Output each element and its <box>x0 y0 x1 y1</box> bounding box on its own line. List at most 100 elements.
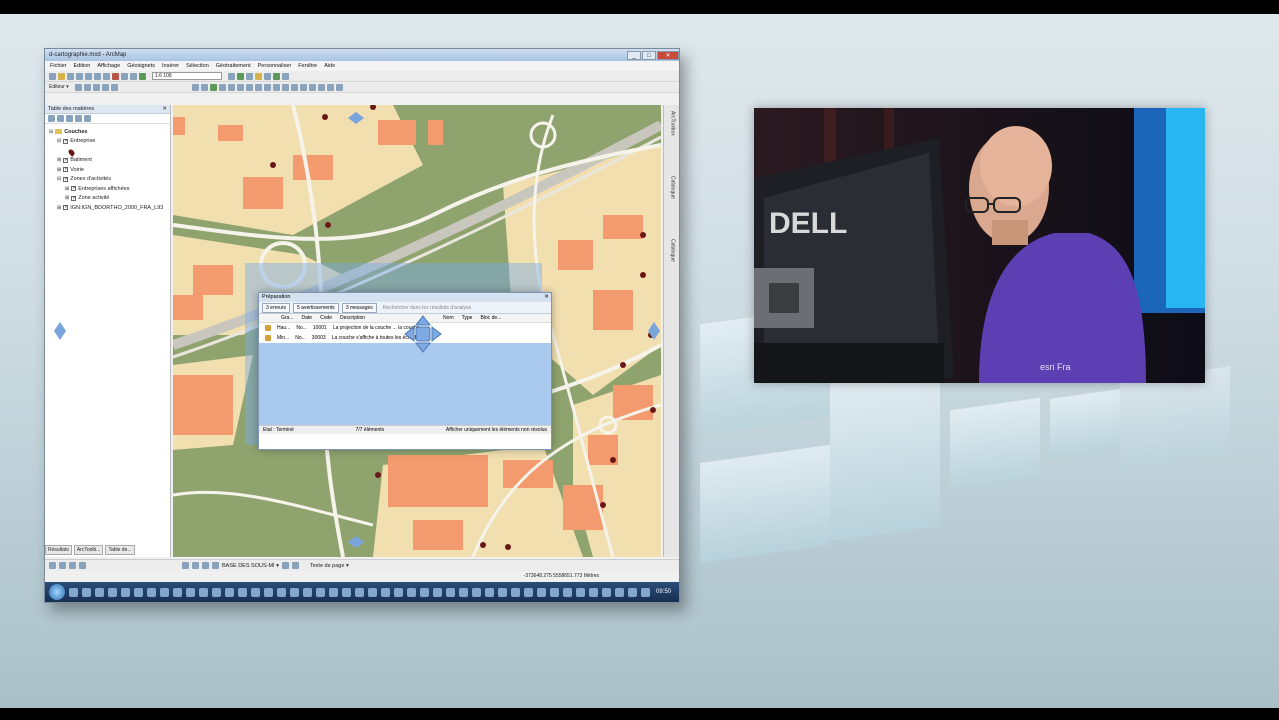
clear-selection-icon[interactable] <box>272 83 280 91</box>
layer-checkbox[interactable]: ✓ <box>63 205 68 211</box>
taskbar-app-icon[interactable] <box>95 587 104 597</box>
previous-page-icon[interactable] <box>212 562 219 569</box>
menu-affichage[interactable]: Affichage <box>97 63 120 69</box>
page-selector[interactable]: BASE DES SOUS-MI ▾ <box>222 563 279 569</box>
taskbar-app-icon[interactable] <box>498 587 507 597</box>
taskbar-app-icon[interactable] <box>615 587 624 597</box>
last-page-icon[interactable] <box>291 562 299 569</box>
pause-icon[interactable] <box>79 562 86 569</box>
taskbar-app-icon[interactable] <box>368 587 377 597</box>
taskbar-app-icon[interactable] <box>524 587 533 597</box>
menu-aide[interactable]: Aide <box>324 63 335 69</box>
layer-checkbox[interactable]: ✓ <box>71 195 76 201</box>
layer-checkbox[interactable]: ✓ <box>63 167 68 173</box>
col-name[interactable]: Nom <box>443 314 454 322</box>
table-icon[interactable] <box>237 72 244 80</box>
taskbar-app-icon[interactable] <box>329 587 338 597</box>
tab-resultats[interactable]: Résultats <box>45 545 72 555</box>
taskbar-app-icon[interactable] <box>147 587 156 597</box>
taskbar-app-icon[interactable] <box>550 587 559 597</box>
layer-checkbox[interactable]: ✓ <box>63 176 68 182</box>
editor-menu[interactable]: Editeur ▾ <box>49 84 69 90</box>
warnings-tab[interactable]: 5 avertissements <box>293 302 339 313</box>
print-icon[interactable] <box>76 72 83 80</box>
messages-tab[interactable]: 3 messages <box>341 302 377 313</box>
unresolved-only-checkbox[interactable]: Afficher uniquement les éléments non rés… <box>446 426 547 434</box>
taskbar-app-icon[interactable] <box>407 587 416 597</box>
list-by-selection-icon[interactable] <box>75 115 82 122</box>
col-description[interactable]: Description <box>340 314 365 322</box>
errors-tab[interactable]: 3 erreurs <box>262 302 291 313</box>
taskbar-app-icon[interactable] <box>446 587 455 597</box>
maximize-button[interactable]: □ <box>642 50 656 60</box>
measure-icon[interactable] <box>308 83 316 91</box>
layer-checkbox[interactable]: ✓ <box>71 186 76 192</box>
taskbar-app-icon[interactable] <box>290 587 299 597</box>
start-button-icon[interactable] <box>49 584 65 600</box>
taskbar-app-icon[interactable] <box>394 587 403 597</box>
taskbar-app-icon[interactable] <box>485 587 494 597</box>
copy-icon[interactable] <box>94 72 101 80</box>
forward-extent-icon[interactable] <box>254 83 262 91</box>
new-document-icon[interactable] <box>49 72 56 80</box>
taskbar-app-icon[interactable] <box>316 587 325 597</box>
undo-icon[interactable] <box>121 72 128 80</box>
pan-icon[interactable] <box>209 83 217 91</box>
taskbar-app-icon[interactable] <box>134 587 143 597</box>
dock-tab-catalogue[interactable]: Catalogue <box>670 176 676 199</box>
taskbar-app-icon[interactable] <box>537 587 546 597</box>
select-elements-icon[interactable] <box>281 83 289 91</box>
taskbar-app-icon[interactable] <box>420 587 429 597</box>
toc-layer-entreprise[interactable]: ⊟ ✓ Entreprise <box>49 137 170 147</box>
taskbar-app-icon[interactable] <box>355 587 364 597</box>
zoom-in-icon[interactable] <box>191 83 199 91</box>
taskbar-app-icon[interactable] <box>108 587 117 597</box>
taskbar-app-icon[interactable] <box>69 587 78 597</box>
list-by-drawing-order-icon[interactable] <box>48 115 55 122</box>
go-to-xy-icon[interactable] <box>326 83 334 91</box>
taskbar-app-icon[interactable] <box>602 587 611 597</box>
dock-tab-arctoolbox[interactable]: ArcToolbox <box>670 111 676 136</box>
list-by-visibility-icon[interactable] <box>66 115 73 122</box>
taskbar-app-icon[interactable] <box>459 587 468 597</box>
rotate-icon[interactable] <box>110 83 118 91</box>
taskbar-app-icon[interactable] <box>576 587 585 597</box>
menu-inserer[interactable]: Insérer <box>162 63 179 69</box>
first-page-icon[interactable] <box>202 562 209 569</box>
zoom-out-icon[interactable] <box>200 83 208 91</box>
taskbar-app-icon[interactable] <box>251 587 260 597</box>
catalog-icon[interactable] <box>246 72 253 80</box>
vertex-icon[interactable] <box>92 83 100 91</box>
taskbar-app-icon[interactable] <box>238 587 247 597</box>
taskbar-app-icon[interactable] <box>472 587 481 597</box>
col-code[interactable]: Code <box>320 314 332 322</box>
taskbar-app-icon[interactable] <box>225 587 234 597</box>
fixed-zoom-out-icon[interactable] <box>236 83 244 91</box>
zoom-whole-page-icon[interactable] <box>182 562 189 569</box>
taskbar-app-icon[interactable] <box>199 587 208 597</box>
edit-tool-icon[interactable] <box>74 83 82 91</box>
taskbar-app-icon[interactable] <box>173 587 182 597</box>
col-severity[interactable]: Gra... <box>281 314 294 322</box>
python-icon[interactable] <box>273 72 280 80</box>
menu-geosignets[interactable]: Géosignets <box>127 63 155 69</box>
toc-layer-entreprises-affichees[interactable]: ⊞ ✓ Entreprises affichées <box>49 184 170 194</box>
time-slider-icon[interactable] <box>335 83 343 91</box>
layer-checkbox[interactable]: ✓ <box>63 138 68 144</box>
toc-layer-voirie[interactable]: ⊞ ✓ Voirie <box>49 165 170 175</box>
taskbar-app-icon[interactable] <box>628 587 637 597</box>
next-page-icon[interactable] <box>281 562 289 569</box>
open-folder-icon[interactable] <box>58 72 65 80</box>
page-text-menu[interactable]: Texte de page ▾ <box>310 563 349 569</box>
toc-layer-couches[interactable]: ⊟ Couches <box>49 127 170 137</box>
refresh-icon[interactable] <box>69 562 76 569</box>
menu-fichier[interactable]: Fichier <box>50 63 67 69</box>
tab-table-des-matieres[interactable]: Table de... <box>105 545 135 555</box>
taskbar-app-icon[interactable] <box>511 587 520 597</box>
menu-geotraitement[interactable]: Géotraitement <box>216 63 251 69</box>
redo-icon[interactable] <box>130 72 137 80</box>
sketch-icon[interactable] <box>83 83 91 91</box>
menu-selection[interactable]: Sélection <box>186 63 209 69</box>
toc-options-icon[interactable] <box>84 115 91 122</box>
split-icon[interactable] <box>101 83 109 91</box>
